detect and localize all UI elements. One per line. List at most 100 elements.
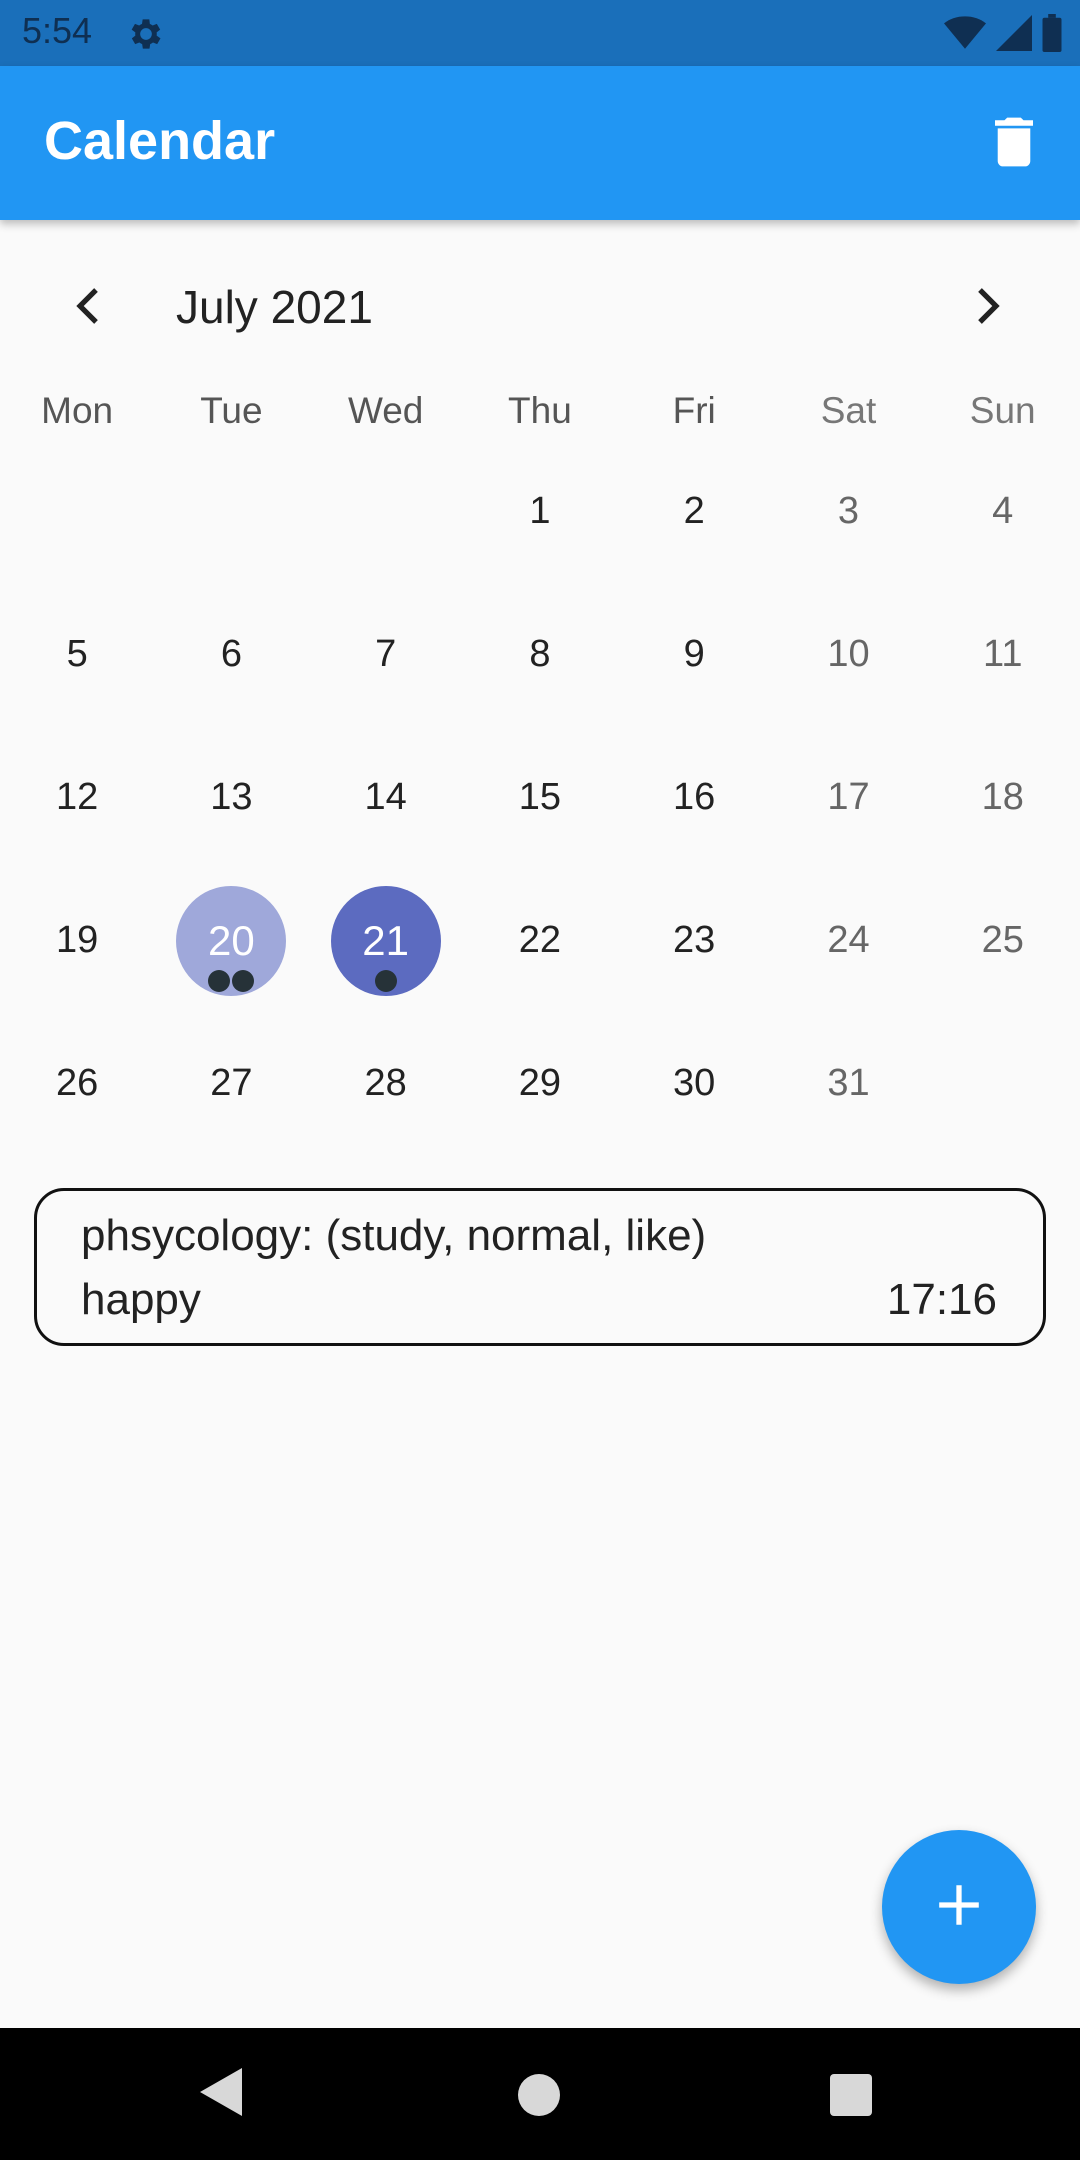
day-number: 9 [683, 633, 705, 675]
event-time: 17:16 [886, 1275, 997, 1324]
day-number: 15 [518, 776, 562, 818]
calendar-day[interactable]: 30 [617, 1012, 771, 1155]
day-number: 24 [827, 919, 870, 961]
day-number: 3 [837, 490, 860, 532]
calendar-day[interactable]: 17 [771, 726, 925, 869]
day-number: 28 [364, 1062, 407, 1104]
weekday-label: Wed [347, 390, 424, 431]
calendar-day[interactable]: 16 [617, 726, 771, 869]
calendar-day[interactable]: 9 [617, 583, 771, 726]
calendar-header: July 2021 [0, 262, 1080, 354]
event-marker-dot [208, 970, 231, 992]
calendar-day[interactable]: 4 [926, 440, 1080, 583]
calendar-day[interactable]: 26 [0, 1012, 154, 1155]
calendar-day-selected[interactable]: 21 [309, 869, 463, 1012]
day-number: 23 [673, 919, 716, 961]
day-number: 7 [375, 633, 397, 675]
day-number: 12 [55, 776, 99, 818]
calendar-grid: 1 2 3 4 5 6 7 8 9 10 11 12 13 14 15 16 1… [0, 440, 1080, 1155]
calendar-day[interactable]: 28 [309, 1012, 463, 1155]
calendar-day[interactable]: 13 [154, 726, 308, 869]
calendar-day[interactable]: 15 [463, 726, 617, 869]
calendar-day[interactable]: 25 [926, 869, 1080, 1012]
day-number: 18 [981, 776, 1024, 818]
day-number: 19 [55, 919, 99, 961]
calendar-day[interactable]: 22 [463, 869, 617, 1012]
weekday-label: Sun [969, 390, 1036, 431]
day-number: 4 [992, 490, 1014, 532]
day-number: 30 [673, 1062, 716, 1104]
day-number: 2 [683, 490, 705, 532]
day-number: 16 [673, 776, 716, 818]
calendar-day[interactable]: 12 [0, 726, 154, 869]
day-number: 14 [364, 776, 407, 818]
plus-icon [937, 1883, 981, 1932]
calendar-day[interactable]: 7 [309, 583, 463, 726]
weekday-label: Tue [200, 390, 263, 431]
previous-month-button[interactable] [58, 278, 118, 338]
day-number: 11 [983, 633, 1023, 675]
calendar-day[interactable] [0, 440, 154, 583]
add-event-button[interactable] [882, 1830, 1036, 1984]
trash-icon [995, 117, 1033, 172]
day-number: 6 [220, 633, 242, 675]
wifi-icon [944, 15, 986, 56]
event-mood: happy [81, 1275, 201, 1324]
event-marker-dot [374, 970, 397, 992]
calendar-day[interactable]: 10 [771, 583, 925, 726]
next-month-button[interactable] [958, 278, 1018, 338]
calendar-day[interactable]: 19 [0, 869, 154, 1012]
back-icon[interactable] [200, 2068, 242, 2121]
calendar-day-highlighted[interactable]: 20 [154, 869, 308, 1012]
calendar-day[interactable] [154, 440, 308, 583]
calendar-day[interactable]: 5 [0, 583, 154, 726]
day-number: 21 [362, 916, 410, 964]
day-number: 26 [55, 1062, 99, 1104]
calendar-day[interactable]: 1 [463, 440, 617, 583]
day-number: 10 [827, 633, 870, 675]
day-number: 13 [210, 776, 253, 818]
day-number: 1 [529, 490, 551, 532]
battery-icon [1042, 14, 1062, 57]
chevron-right-icon [973, 286, 1003, 331]
weekday-label: Sat [820, 390, 877, 431]
weekday-label: Fri [672, 390, 716, 431]
event-card[interactable]: phsycology: (study, normal, like) happy … [34, 1188, 1046, 1346]
day-number: 5 [66, 633, 88, 675]
home-icon[interactable] [518, 2074, 560, 2116]
recent-apps-icon[interactable] [830, 2074, 872, 2116]
calendar-day[interactable] [309, 440, 463, 583]
day-number: 8 [529, 633, 551, 675]
calendar-day[interactable]: 8 [463, 583, 617, 726]
page-title: Calendar [44, 111, 276, 171]
calendar-day[interactable]: 23 [617, 869, 771, 1012]
delete-button[interactable] [986, 114, 1042, 174]
day-number: 29 [518, 1062, 562, 1104]
day-number: 25 [981, 919, 1024, 961]
calendar-day[interactable]: 18 [926, 726, 1080, 869]
calendar-day[interactable]: 11 [926, 583, 1080, 726]
status-bar: 5:54 [0, 0, 1080, 66]
weekday-header-row: Mon Tue Wed Thu Fri Sat Sun [0, 390, 1080, 446]
system-navigation-bar [0, 2028, 1080, 2160]
day-number: 31 [827, 1062, 870, 1104]
status-time: 5:54 [22, 10, 93, 51]
month-title: July 2021 [176, 281, 373, 333]
calendar-day[interactable]: 3 [771, 440, 925, 583]
event-title: phsycology: (study, normal, like) [81, 1211, 707, 1260]
weekday-label: Thu [508, 390, 572, 431]
calendar-day[interactable]: 27 [154, 1012, 308, 1155]
day-number: 20 [208, 916, 255, 964]
calendar-day[interactable]: 2 [617, 440, 771, 583]
calendar-day[interactable]: 29 [463, 1012, 617, 1155]
calendar-day[interactable] [926, 1012, 1080, 1155]
event-markers [208, 970, 255, 992]
signal-icon [996, 15, 1032, 56]
calendar-day[interactable]: 6 [154, 583, 308, 726]
day-number: 22 [518, 919, 562, 961]
calendar-day[interactable]: 24 [771, 869, 925, 1012]
event-marker-dot [232, 970, 255, 992]
event-markers [374, 970, 397, 992]
calendar-day[interactable]: 31 [771, 1012, 925, 1155]
calendar-day[interactable]: 14 [309, 726, 463, 869]
